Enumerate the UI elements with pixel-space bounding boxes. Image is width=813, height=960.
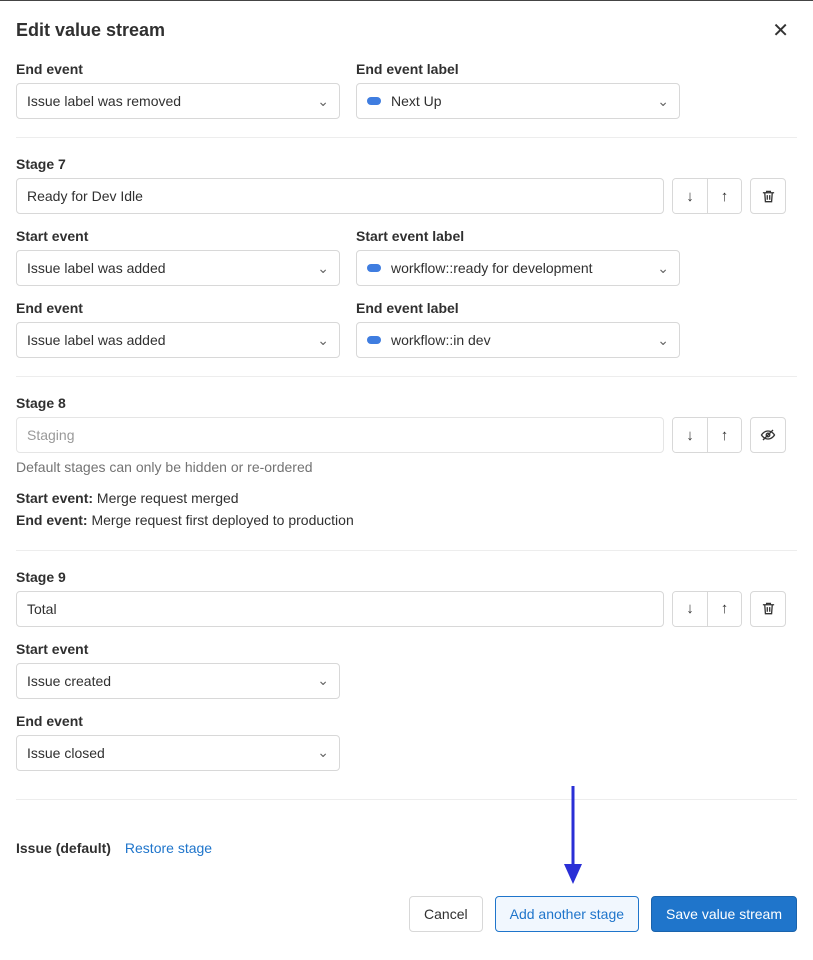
restore-item-name: Issue (default) — [16, 840, 111, 856]
divider — [16, 799, 797, 800]
restore-stage-button[interactable]: Restore stage — [125, 840, 212, 856]
section0-row: End event Issue label was removed ⌄ End … — [16, 55, 797, 119]
stage-7-end-event-label-select[interactable]: workflow::in dev ⌄ — [356, 322, 680, 358]
stage-8-block: Stage 8 Staging ↓ ↑ Default stages can o… — [16, 395, 797, 532]
move-up-button[interactable]: ↑ — [707, 418, 741, 452]
save-value-stream-button[interactable]: Save value stream — [651, 896, 797, 932]
end-event-value: Issue label was removed — [27, 93, 181, 109]
trash-icon — [761, 189, 776, 204]
delete-stage-button[interactable] — [750, 591, 786, 627]
stage-9-start-event-label: Start event — [16, 641, 340, 657]
close-button[interactable]: ✕ — [764, 14, 797, 47]
chevron-down-icon: ⌄ — [317, 744, 329, 761]
stage-8-end-event-label: End event: — [16, 512, 88, 528]
stage-9-reorder-group: ↓ ↑ — [672, 591, 742, 627]
stage-7-end-event-label-value: workflow::in dev — [391, 332, 491, 348]
move-down-button[interactable]: ↓ — [673, 418, 707, 452]
chevron-down-icon: ⌄ — [317, 93, 329, 110]
end-event-label-value: Next Up — [391, 93, 442, 109]
divider — [16, 137, 797, 138]
stage-8-name-readonly: Staging — [16, 417, 664, 453]
dialog-title: Edit value stream — [16, 20, 165, 41]
stage-9-end-row: End event Issue closed ⌄ — [16, 707, 797, 771]
arrow-up-icon: ↑ — [721, 427, 729, 444]
stage-9-end-event-select[interactable]: Issue closed ⌄ — [16, 735, 340, 771]
eye-slash-icon — [760, 427, 776, 443]
move-down-button[interactable]: ↓ — [673, 592, 707, 626]
label-badge-icon — [367, 97, 381, 105]
stage-7-end-event-label: End event — [16, 300, 340, 316]
stage-9-block: Stage 9 ↓ ↑ Start event Issue created ⌄ — [16, 569, 797, 771]
stage-8-title: Stage 8 — [16, 395, 66, 411]
stage-8-name-row: Staging ↓ ↑ — [16, 417, 786, 453]
arrow-down-icon: ↓ — [686, 600, 694, 617]
stage-9-title: Stage 9 — [16, 569, 66, 585]
stage-7-start-row: Start event Issue label was added ⌄ Star… — [16, 222, 797, 286]
dialog-footer: Cancel Add another stage Save value stre… — [16, 896, 797, 932]
stage-7-name-row: ↓ ↑ — [16, 178, 786, 214]
end-event-label-heading: End event label — [356, 61, 680, 77]
stage-8-end-event-value: Merge request first deployed to producti… — [91, 512, 353, 528]
stage-9-start-row: Start event Issue created ⌄ — [16, 635, 797, 699]
stage-9-name-input[interactable] — [16, 591, 664, 627]
stage-7-title: Stage 7 — [16, 156, 66, 172]
end-event-field: End event Issue label was removed ⌄ — [16, 55, 340, 119]
chevron-down-icon: ⌄ — [657, 332, 669, 349]
stage-7-start-event-value: Issue label was added — [27, 260, 166, 276]
stage-7-block: Stage 7 ↓ ↑ Start event Issue label was … — [16, 156, 797, 358]
stage-7-start-event-label-select[interactable]: workflow::ready for development ⌄ — [356, 250, 680, 286]
stage-7-start-event-label: Start event — [16, 228, 340, 244]
stage-8-start-event-label: Start event: — [16, 490, 93, 506]
stage-7-start-event-label-value: workflow::ready for development — [391, 260, 593, 276]
dialog-header: Edit value stream ✕ — [16, 4, 797, 47]
end-event-label-select[interactable]: Next Up ⌄ — [356, 83, 680, 119]
add-another-stage-button[interactable]: Add another stage — [495, 896, 639, 932]
stage-9-start-event-value: Issue created — [27, 673, 111, 689]
arrow-down-icon: ↓ — [686, 427, 694, 444]
stage-8-name-placeholder: Staging — [27, 427, 74, 443]
trash-icon — [761, 601, 776, 616]
divider — [16, 376, 797, 377]
stage-7-end-event-select[interactable]: Issue label was added ⌄ — [16, 322, 340, 358]
stage-7-start-event-select[interactable]: Issue label was added ⌄ — [16, 250, 340, 286]
arrow-down-icon: ↓ — [686, 188, 694, 205]
stage-8-hint: Default stages can only be hidden or re-… — [16, 459, 797, 475]
stage-8-reorder-group: ↓ ↑ — [672, 417, 742, 453]
chevron-down-icon: ⌄ — [657, 93, 669, 110]
move-up-button[interactable]: ↑ — [707, 592, 741, 626]
end-event-label: End event — [16, 61, 340, 77]
stage-9-name-row: ↓ ↑ — [16, 591, 786, 627]
end-event-label-field: End event label Next Up ⌄ — [356, 55, 680, 119]
edit-value-stream-dialog: Edit value stream ✕ End event Issue labe… — [0, 0, 813, 952]
arrow-up-icon: ↑ — [721, 188, 729, 205]
stage-8-start-event-value: Merge request merged — [97, 490, 239, 506]
chevron-down-icon: ⌄ — [317, 260, 329, 277]
stage-7-name-input[interactable] — [16, 178, 664, 214]
label-badge-icon — [367, 264, 381, 272]
delete-stage-button[interactable] — [750, 178, 786, 214]
close-icon: ✕ — [772, 20, 789, 42]
chevron-down-icon: ⌄ — [317, 672, 329, 689]
stage-7-end-event-value: Issue label was added — [27, 332, 166, 348]
cancel-button[interactable]: Cancel — [409, 896, 483, 932]
move-up-button[interactable]: ↑ — [707, 179, 741, 213]
stage-7-end-event-label-heading: End event label — [356, 300, 680, 316]
stage-9-end-event-label: End event — [16, 713, 340, 729]
restore-row: Issue (default) Restore stage — [16, 840, 797, 856]
chevron-down-icon: ⌄ — [317, 332, 329, 349]
stage-7-end-row: End event Issue label was added ⌄ End ev… — [16, 294, 797, 358]
chevron-down-icon: ⌄ — [657, 260, 669, 277]
stage-7-start-event-label-heading: Start event label — [356, 228, 680, 244]
end-event-select[interactable]: Issue label was removed ⌄ — [16, 83, 340, 119]
annotation-arrow-icon — [558, 786, 588, 886]
stage-7-reorder-group: ↓ ↑ — [672, 178, 742, 214]
hide-stage-button[interactable] — [750, 417, 786, 453]
divider — [16, 550, 797, 551]
label-badge-icon — [367, 336, 381, 344]
stage-9-start-event-select[interactable]: Issue created ⌄ — [16, 663, 340, 699]
stage-9-end-event-value: Issue closed — [27, 745, 105, 761]
arrow-up-icon: ↑ — [721, 600, 729, 617]
stage-8-event-summary: Start event: Merge request merged End ev… — [16, 487, 797, 532]
move-down-button[interactable]: ↓ — [673, 179, 707, 213]
